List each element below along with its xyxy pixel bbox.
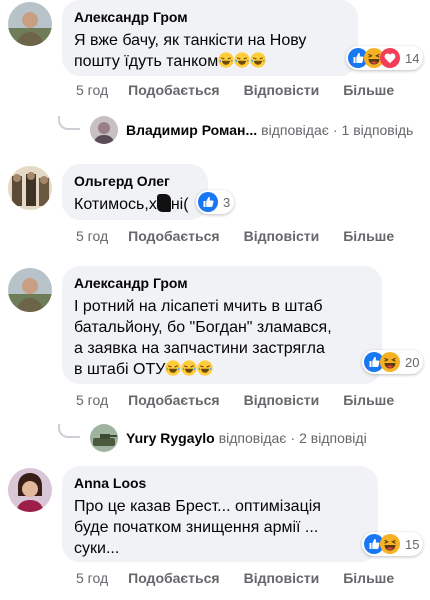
laughing-emoji-icon xyxy=(197,360,213,376)
comment-actions: 5 год Подобається Відповісти Більше xyxy=(76,228,418,244)
comment-author[interactable]: Ольгерд Олег xyxy=(74,172,196,190)
comment-line: суки... xyxy=(74,540,120,557)
reaction-count: 3 xyxy=(223,194,231,210)
reply-button[interactable]: Відповісти xyxy=(244,82,320,98)
like-button[interactable]: Подобається xyxy=(128,570,219,586)
reaction-summary[interactable]: 20 xyxy=(362,350,424,374)
avatar xyxy=(90,116,118,144)
more-button[interactable]: Більше xyxy=(343,82,394,98)
comment-line-with-emoji: пошту їдуть танком xyxy=(74,51,346,72)
comment-text: І ротний на лісапеті мчить в штаб баталь… xyxy=(74,296,370,380)
reply-verb: відповідає xyxy=(218,430,287,446)
comment-line: в штабі ОТУ xyxy=(74,361,166,378)
like-button[interactable]: Подобається xyxy=(128,228,219,244)
laughing-emoji-icon xyxy=(234,52,250,68)
comment-text: Про це казав Брест... оптимізація буде п… xyxy=(74,496,366,559)
comment-bubble: Anna Loos Про це казав Брест... оптиміза… xyxy=(62,466,378,562)
comment-line: Я вже бачу, як танкісти на Нову xyxy=(74,32,307,49)
comment-line: Котимось,х xyxy=(74,196,157,213)
comment-line: пошту їдуть танком xyxy=(74,53,219,70)
comment-bubble: Ольгерд Олег Котимось,х ні( xyxy=(62,164,208,220)
comment-actions: 5 год Подобається Відповісти Більше xyxy=(76,82,418,98)
avatar[interactable] xyxy=(8,2,52,46)
reaction-summary[interactable]: 14 xyxy=(346,46,424,70)
separator-dot: · xyxy=(290,430,296,446)
reaction-count: 15 xyxy=(405,536,420,552)
like-button[interactable]: Подобається xyxy=(128,82,219,98)
comment-line-with-emoji: в штабі ОТУ xyxy=(74,359,370,380)
reaction-summary[interactable]: 15 xyxy=(362,532,424,556)
reply-button[interactable]: Відповісти xyxy=(244,392,320,408)
reaction-count: 14 xyxy=(405,50,420,66)
view-replies-link[interactable]: Владимир Роман... відповідає · 1 відпові… xyxy=(58,116,414,144)
avatar[interactable] xyxy=(8,268,52,312)
like-icon xyxy=(198,192,218,212)
comment-bubble: Александр Гром І ротний на лісапеті мчит… xyxy=(62,266,382,384)
more-button[interactable]: Більше xyxy=(343,570,394,586)
avatar xyxy=(90,424,118,452)
avatar[interactable] xyxy=(8,166,52,210)
comment-text: Котимось,х ні( xyxy=(74,194,196,215)
reply-count: 2 відповіді xyxy=(299,430,367,446)
laughing-emoji-icon xyxy=(165,360,181,376)
separator-dot: · xyxy=(332,122,338,138)
comment-author[interactable]: Anna Loos xyxy=(74,474,366,492)
laughing-emoji-icon xyxy=(181,360,197,376)
redaction-scribble xyxy=(156,194,171,212)
haha-icon xyxy=(380,352,400,372)
reply-verb: відповідає xyxy=(261,122,329,138)
comment-author[interactable]: Александр Гром xyxy=(74,274,370,292)
reply-author: Yury Rygaylo xyxy=(126,430,215,446)
thread-connector xyxy=(58,116,80,130)
reply-count: 1 відповідь xyxy=(341,122,414,138)
reply-author: Владимир Роман... xyxy=(126,122,258,138)
avatar[interactable] xyxy=(8,468,52,512)
comment-author[interactable]: Александр Гром xyxy=(74,8,346,26)
more-button[interactable]: Більше xyxy=(343,228,394,244)
comment-line: батальйону, бо "Богдан" зламався, xyxy=(74,319,332,336)
comment-line: І ротний на лісапеті мчить в штаб xyxy=(74,298,323,315)
like-button[interactable]: Подобається xyxy=(128,392,219,408)
timestamp[interactable]: 5 год xyxy=(76,392,108,408)
timestamp[interactable]: 5 год xyxy=(76,82,108,98)
reaction-count: 20 xyxy=(405,354,420,370)
timestamp[interactable]: 5 год xyxy=(76,570,108,586)
comment-bubble: Александр Гром Я вже бачу, як танкісти н… xyxy=(62,0,358,76)
reply-button[interactable]: Відповісти xyxy=(244,228,320,244)
haha-icon xyxy=(380,534,400,554)
comment-line: буде початком знищення армії ... xyxy=(74,519,319,536)
comment-actions: 5 год Подобається Відповісти Більше xyxy=(76,392,418,408)
laughing-emoji-icon xyxy=(250,52,266,68)
laughing-emoji-icon xyxy=(218,52,234,68)
comment-line: Про це казав Брест... оптимізація xyxy=(74,498,321,515)
more-button[interactable]: Більше xyxy=(343,392,394,408)
love-icon xyxy=(380,48,400,68)
reply-button[interactable]: Відповісти xyxy=(244,570,320,586)
comment-text: Я вже бачу, як танкісти на Нову пошту їд… xyxy=(74,30,346,72)
comment-line: ні( xyxy=(170,196,189,213)
reaction-summary[interactable]: 3 xyxy=(196,190,235,214)
comment-line: а заявка на запчастини застрягла xyxy=(74,340,325,357)
comment-actions: 5 год Подобається Відповісти Більше xyxy=(76,570,418,586)
thread-connector xyxy=(58,424,80,438)
view-replies-link[interactable]: Yury Rygaylo відповідає · 2 відповіді xyxy=(58,424,367,452)
timestamp[interactable]: 5 год xyxy=(76,228,108,244)
